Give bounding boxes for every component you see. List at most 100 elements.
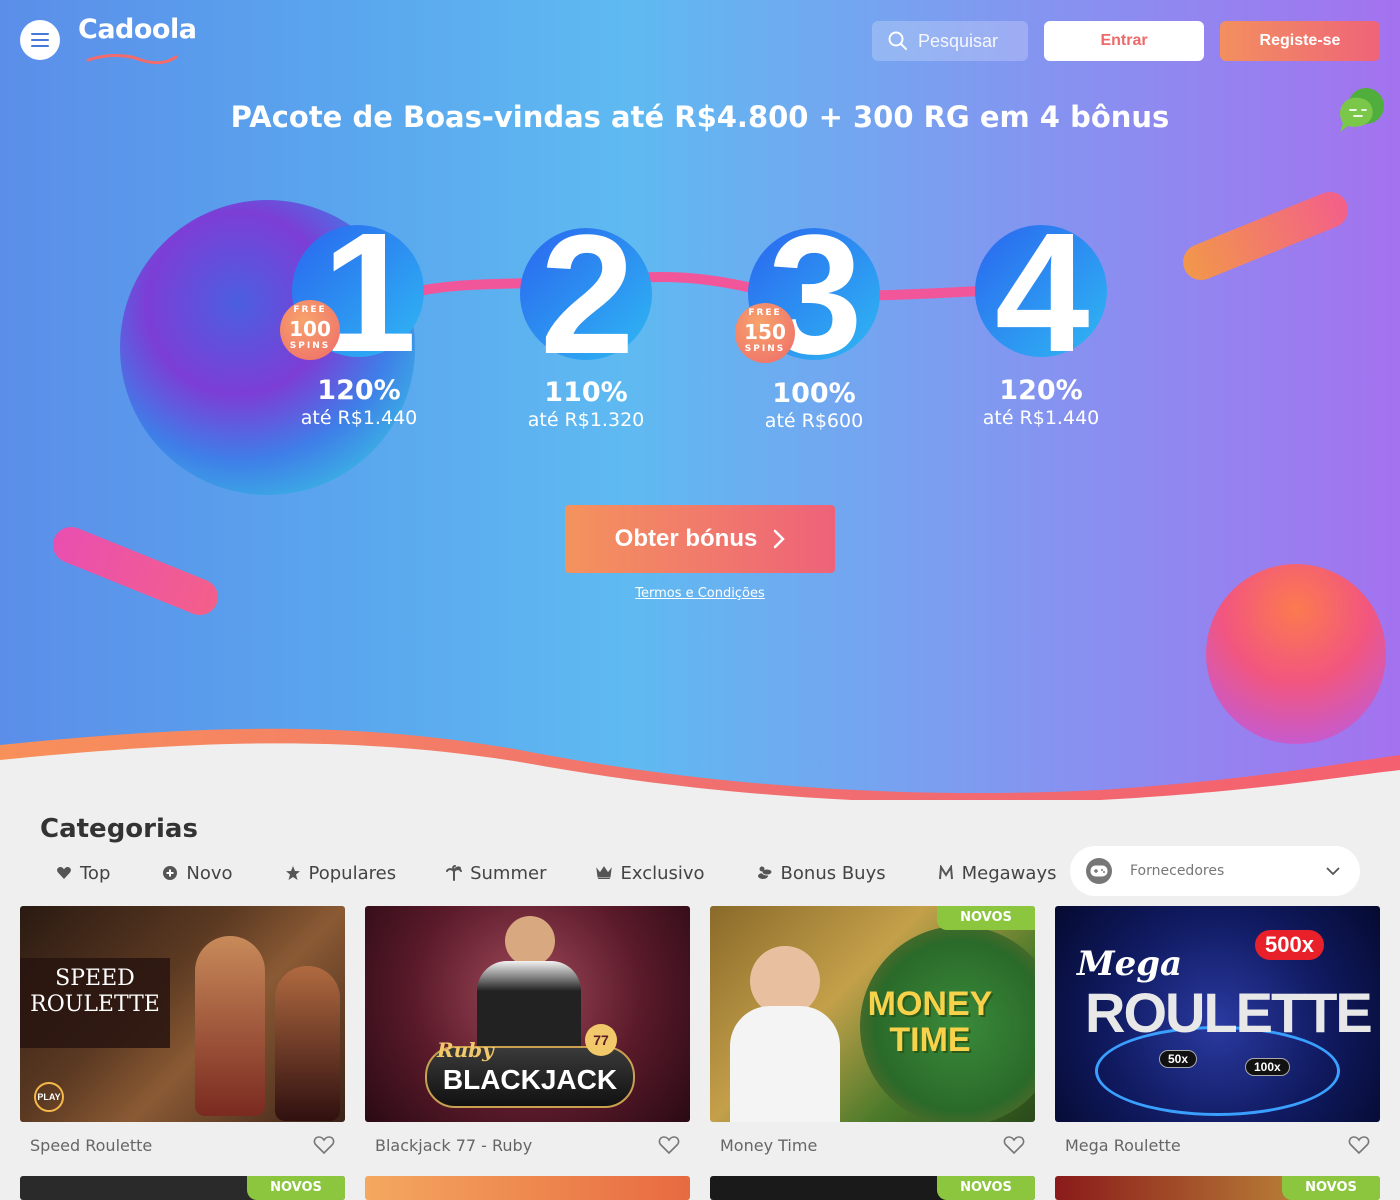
game-thumbnail[interactable]: BLACKJACK Ruby 77 [365,906,690,1122]
game-art-title: BLACKJACK [442,1064,618,1095]
step-number-2: 2 [540,200,635,390]
top-header: Cadoola Entrar Registe-se [0,0,1400,80]
game-card[interactable]: MONEY TIME NOVOS Money Time [710,906,1035,1168]
category-tabs: Top Novo Populares Summer Exclusivo Bonu… [40,858,1056,888]
game-thumbnail[interactable]: NOVOS [710,1176,1035,1200]
providers-dropdown[interactable]: Fornecedores [1070,846,1360,896]
chat-icon[interactable] [1336,86,1388,138]
heart-icon [57,867,71,879]
chevron-right-icon [774,529,786,549]
game-meta: Mega Roulette [1055,1122,1380,1168]
game-art-subtitle: Mega [1077,944,1183,984]
tab-summer[interactable]: Summer [446,863,546,884]
terms-wrapper: Termos e Condições [0,582,1400,601]
decor-pill-right [1177,186,1354,286]
get-bonus-label: Obter bónus [614,525,758,552]
game-art-title: ROULETTE [1085,981,1373,1044]
new-badge: NOVOS [937,906,1035,930]
tab-top[interactable]: Top [56,863,110,884]
hero-wave [0,728,1400,800]
game-art-title: SPEED ROULETTE [30,966,160,1017]
badge-77-icon: 77 [585,1024,617,1056]
tab-label: Exclusivo [620,862,705,884]
game-thumbnail[interactable] [365,1176,690,1200]
free-spins-top: FREE [748,308,782,318]
free-spins-top: FREE [293,305,327,315]
multiplier-500x: 500x [1255,930,1324,960]
tab-megaways[interactable]: Megaways [938,862,1057,884]
game-thumbnail[interactable]: NOVOS [1055,1176,1380,1200]
tab-label: Megaways [961,862,1057,884]
hero-title: PAcote de Boas-vindas até R$4.800 + 300 … [230,100,1170,134]
menu-line-icon [31,45,49,47]
bonus-max: até R$600 [764,410,864,432]
game-art-title: MONEY TIME [867,985,993,1059]
favorite-heart-icon[interactable] [313,1135,335,1155]
tab-bonus-buys[interactable]: Bonus Buys [757,863,886,884]
game-thumbnail[interactable]: SPEED ROULETTE PLAY [20,906,345,1122]
game-card[interactable]: SPEED ROULETTE PLAY Speed Roulette [20,906,345,1168]
play-logo-icon: PLAY [34,1082,64,1112]
new-badge: NOVOS [1282,1176,1380,1200]
categories-title: Categorias [40,814,198,844]
game-thumbnail[interactable]: NOVOS [20,1176,345,1200]
game-card[interactable]: BLACKJACK Ruby 77 Blackjack 77 - Ruby [365,906,690,1168]
game-name: Money Time [720,1135,818,1155]
free-spins-bottom: SPINS [744,344,786,354]
steps-connector [395,272,1005,301]
bonus-max: até R$1.440 [982,407,1100,429]
bonus-step-3: 100% até R$600 [714,379,914,433]
bonus-max: até R$1.440 [300,407,418,429]
star-icon [285,866,300,880]
get-bonus-button[interactable]: Obter bónus [565,505,835,573]
bonus-step-4: 120% até R$1.440 [941,376,1141,430]
bonus-percent: 120% [999,375,1083,406]
new-badge: NOVOS [937,1176,1035,1200]
terms-link[interactable]: Termos e Condições [635,586,765,601]
favorite-heart-icon[interactable] [1003,1135,1025,1155]
game-card[interactable]: Mega ROULETTE 500x 50x 100x Mega Roulett… [1055,906,1380,1168]
free-spins-bottom: SPINS [289,341,331,351]
menu-line-icon [31,33,49,35]
tab-label: Populares [308,862,397,884]
hamburger-menu-button[interactable] [20,20,60,60]
tab-label: Top [80,862,111,884]
free-spins-badge-3: FREE 150 SPINS [735,303,795,363]
favorite-heart-icon[interactable] [658,1135,680,1155]
favorite-heart-icon[interactable] [1348,1135,1370,1155]
search-icon [888,31,907,50]
crown-icon [596,866,613,879]
game-art-subtitle: Ruby [437,1038,494,1062]
tab-populares[interactable]: Populares [285,862,397,884]
plus-circle-icon [163,866,178,880]
chevron-down-icon [1326,867,1340,875]
tab-label: Novo [186,862,233,884]
game-name: Mega Roulette [1065,1135,1181,1155]
tab-label: Bonus Buys [780,862,886,884]
game-meta: Blackjack 77 - Ruby [365,1122,690,1168]
menu-line-icon [31,39,49,41]
login-button[interactable]: Entrar [1044,21,1204,61]
free-spins-badge-1: FREE 100 SPINS [280,300,340,360]
hero-banner: 1 2 3 4 FREE 100 SPINS FREE 150 SPINS 12… [0,0,1400,800]
bonus-percent: 120% [317,375,401,406]
search-input[interactable] [918,30,1028,52]
bonus-percent: 100% [772,378,856,409]
search-box[interactable] [872,21,1028,61]
multiplier-100x: 100x [1245,1058,1290,1076]
register-button[interactable]: Registe-se [1220,21,1380,61]
tab-novo[interactable]: Novo [162,862,233,884]
megaways-icon [938,865,953,880]
bonus-step-2: 110% até R$1.320 [486,378,686,432]
decor-pill-left [47,521,224,621]
game-thumbnail[interactable]: Mega ROULETTE 500x 50x 100x [1055,906,1380,1122]
game-meta: Speed Roulette [20,1122,345,1168]
logo[interactable]: Cadoola [78,14,197,45]
step-number-4: 4 [995,198,1090,388]
tab-exclusivo[interactable]: Exclusivo [596,862,705,884]
gamepad-icon [1086,858,1112,884]
game-meta: Money Time [710,1122,1035,1168]
palm-tree-icon [446,865,463,881]
step-number-1: 1 [322,198,417,388]
game-thumbnail[interactable]: MONEY TIME NOVOS [710,906,1035,1122]
